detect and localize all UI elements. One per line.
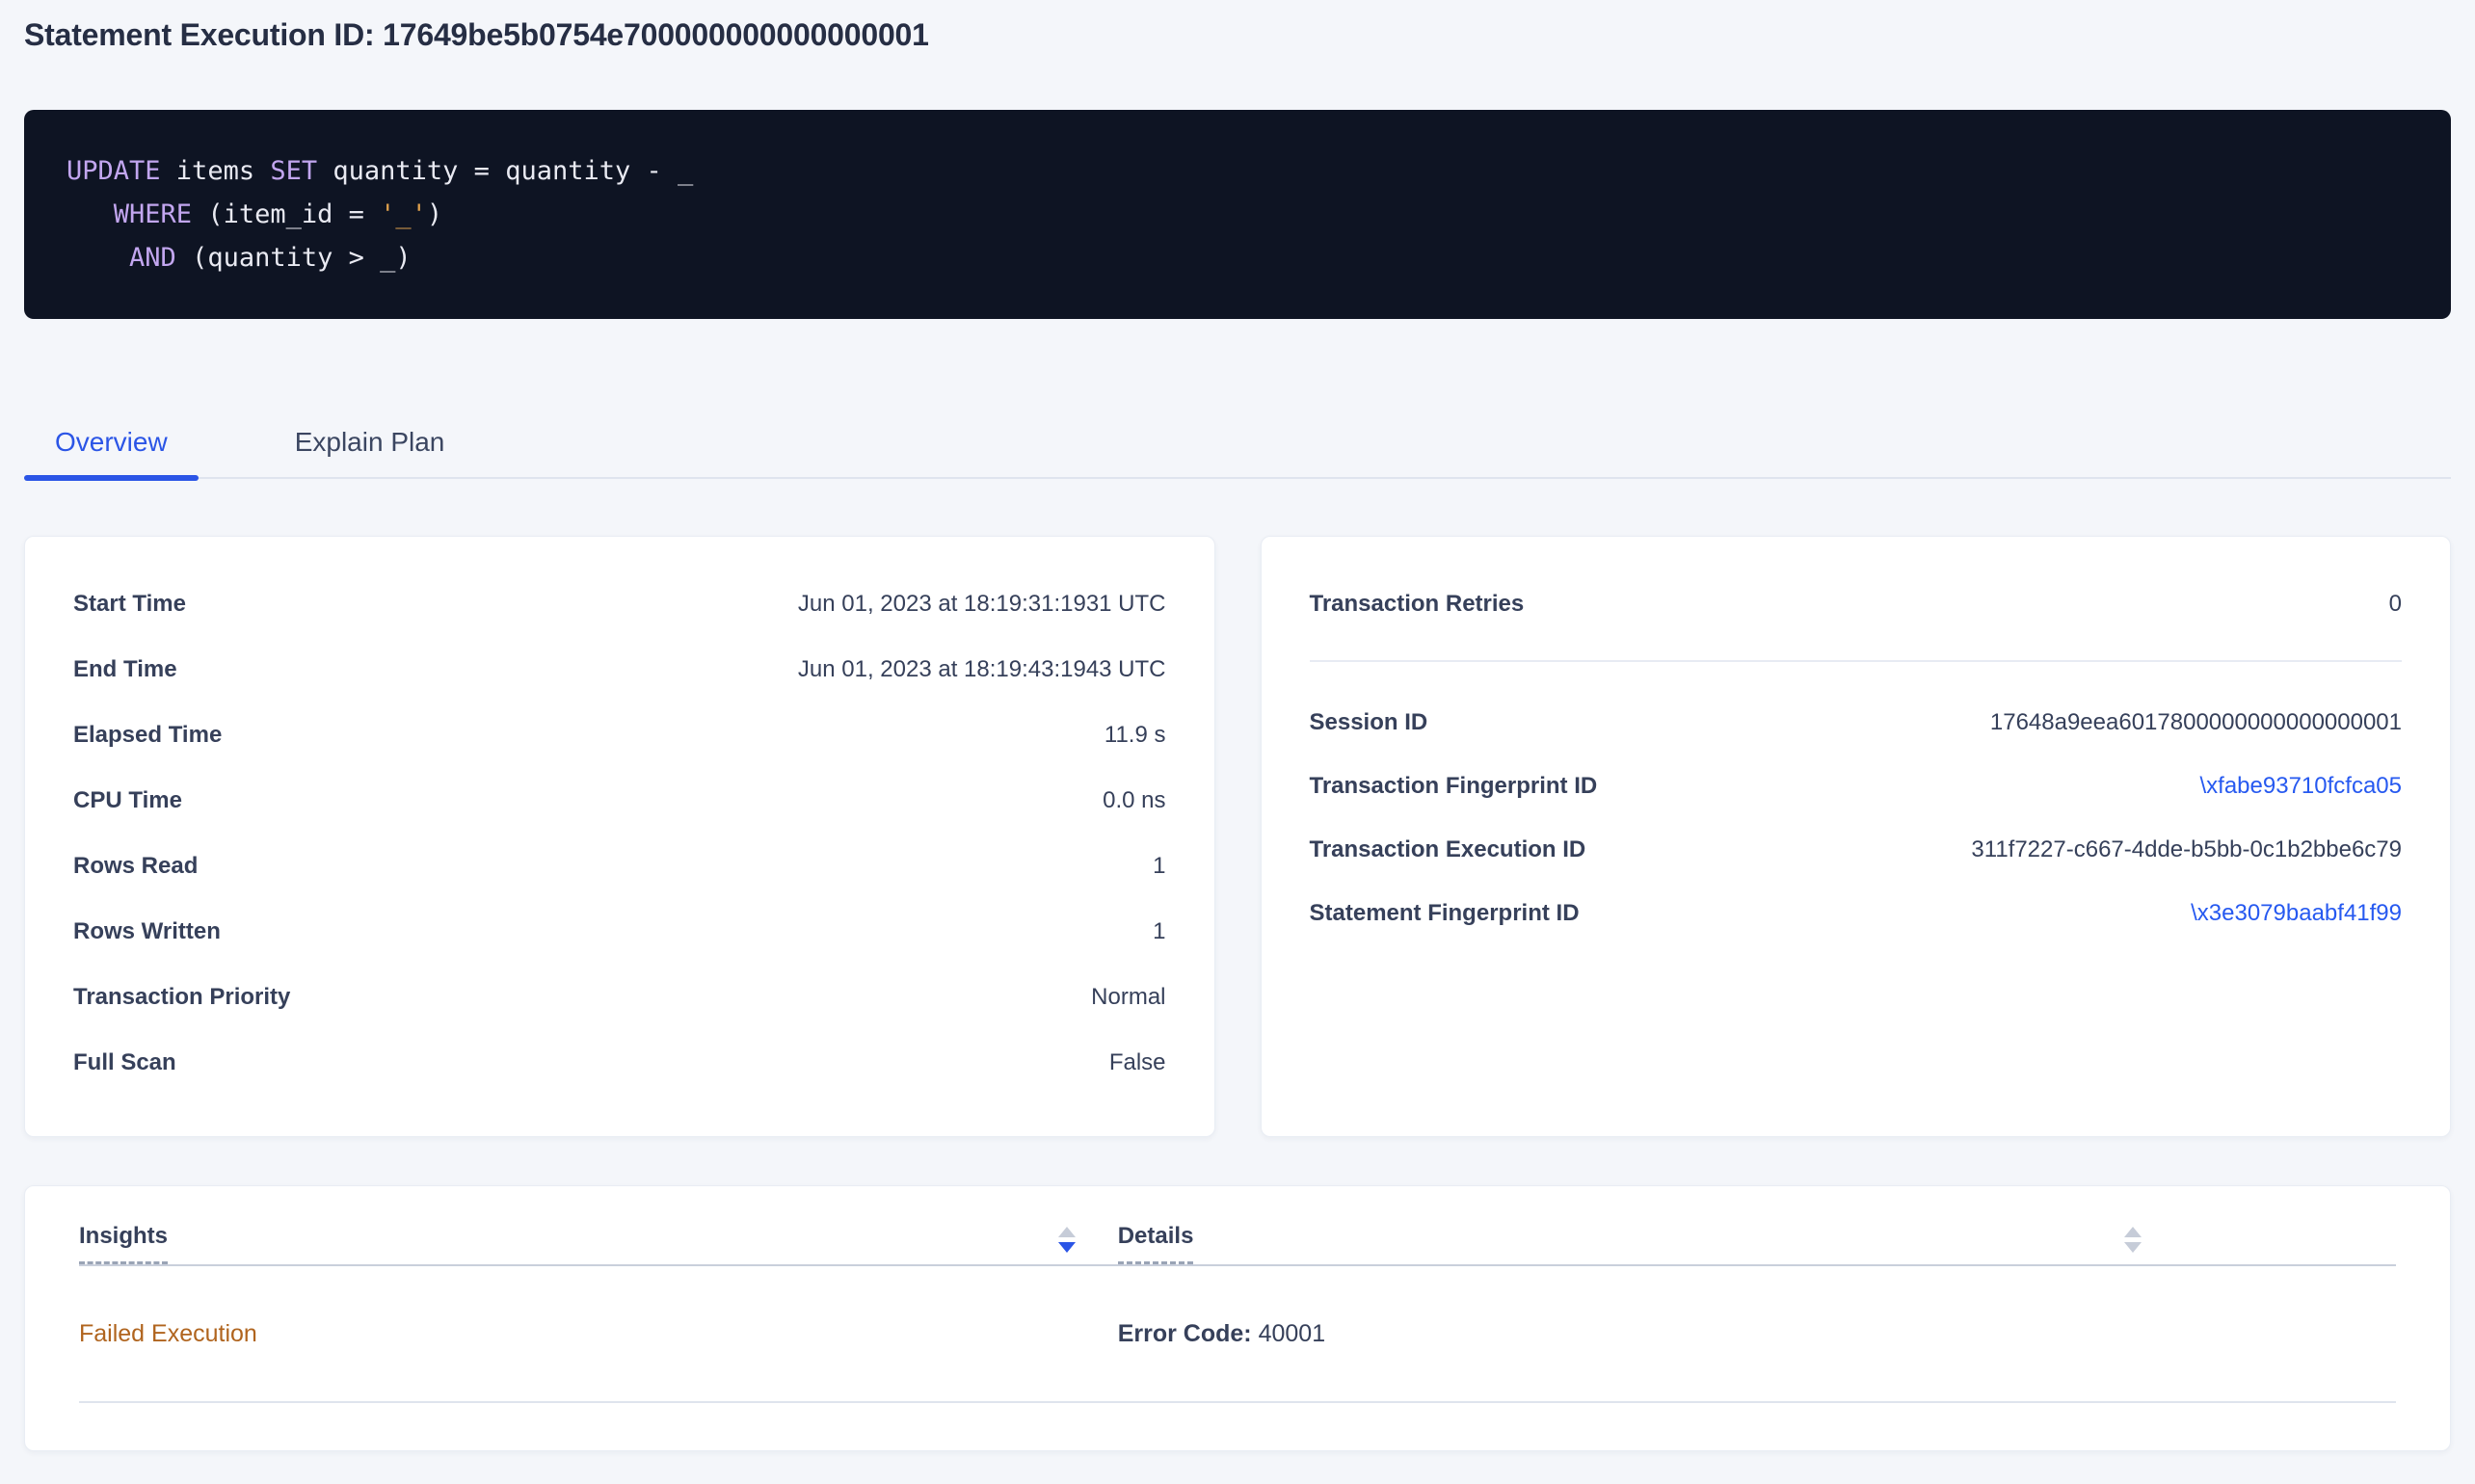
tab-overview-label: Overview xyxy=(55,427,168,457)
transaction-fingerprint-link[interactable]: \xfabe93710fcfca05 xyxy=(2200,773,2403,800)
kv-label: Transaction Fingerprint ID xyxy=(1310,773,1598,800)
tab-explain-plan[interactable]: Explain Plan xyxy=(264,415,476,477)
overview-card: Start Time Jun 01, 2023 at 18:19:31:1931… xyxy=(24,536,1215,1137)
kv-row-rows-read: Rows Read 1 xyxy=(73,834,1166,899)
page-title: Statement Execution ID: 17649be5b0754e70… xyxy=(24,13,2451,56)
insights-table-header: Insights Details xyxy=(79,1186,2396,1266)
sort-icon-insights[interactable] xyxy=(1058,1227,1076,1253)
transaction-card: Transaction Retries 0 Session ID 17648a9… xyxy=(1261,536,2452,1137)
kv-value: 311f7227-c667-4dde-b5bb-0c1b2bbe6c79 xyxy=(1971,836,2402,863)
sort-down-icon xyxy=(2124,1242,2142,1253)
kv-value: 17648a9eea6017800000000000000001 xyxy=(1990,709,2402,736)
kv-row-transaction-retries: Transaction Retries 0 xyxy=(1310,571,2403,637)
column-header-details: Details xyxy=(1076,1223,2142,1264)
kv-value: 11.9 s xyxy=(1104,722,1166,749)
kv-row-transaction-fingerprint-id: Transaction Fingerprint ID \xfabe93710fc… xyxy=(1310,755,2403,818)
tab-overview[interactable]: Overview xyxy=(24,415,199,477)
kv-row-elapsed-time: Elapsed Time 11.9 s xyxy=(73,702,1166,768)
kv-label: Start Time xyxy=(73,591,186,618)
kv-label: Statement Fingerprint ID xyxy=(1310,900,1580,927)
insight-cell: Failed Execution xyxy=(79,1320,1076,1348)
kv-row-full-scan: Full Scan False xyxy=(73,1030,1166,1096)
sort-up-icon xyxy=(2124,1227,2142,1237)
error-code-text: Error Code: 40001 xyxy=(1118,1320,1325,1348)
kv-value: 0 xyxy=(2389,591,2402,618)
kv-row-start-time: Start Time Jun 01, 2023 at 18:19:31:1931… xyxy=(73,571,1166,637)
kv-label: Transaction Priority xyxy=(73,984,290,1011)
table-row: Failed Execution Error Code: 40001 xyxy=(79,1266,2396,1403)
kv-value: False xyxy=(1109,1049,1166,1076)
kv-label: CPU Time xyxy=(73,787,182,814)
details-column-label: Details xyxy=(1118,1223,1194,1264)
kv-value: 1 xyxy=(1153,853,1165,880)
statement-fingerprint-link[interactable]: \x3e3079baabf41f99 xyxy=(2191,900,2402,927)
sort-up-icon xyxy=(1058,1227,1076,1237)
kv-label: Rows Written xyxy=(73,918,221,945)
insights-table-card: Insights Details Failed Execution Error … xyxy=(24,1185,2451,1451)
kv-label: Elapsed Time xyxy=(73,722,222,749)
sql-statement-box: UPDATE items SET quantity = quantity - _… xyxy=(24,110,2451,319)
sort-icon-details[interactable] xyxy=(2124,1227,2142,1253)
kv-row-transaction-priority: Transaction Priority Normal xyxy=(73,965,1166,1030)
tab-underline xyxy=(24,475,199,481)
tabs-bar: Overview Explain Plan xyxy=(24,415,2451,479)
kv-row-transaction-execution-id: Transaction Execution ID 311f7227-c667-4… xyxy=(1310,818,2403,882)
tab-explain-plan-label: Explain Plan xyxy=(295,427,445,457)
kv-row-statement-fingerprint-id: Statement Fingerprint ID \x3e3079baabf41… xyxy=(1310,882,2403,945)
kv-value: Jun 01, 2023 at 18:19:43:1943 UTC xyxy=(798,656,1166,683)
kv-value: Normal xyxy=(1091,984,1165,1011)
card-divider xyxy=(1310,660,2403,662)
error-code-label: Error Code: xyxy=(1118,1320,1252,1347)
kv-row-rows-written: Rows Written 1 xyxy=(73,899,1166,965)
error-code-value: 40001 xyxy=(1259,1320,1326,1347)
kv-label: Full Scan xyxy=(73,1049,176,1076)
kv-label: Session ID xyxy=(1310,709,1428,736)
kv-row-end-time: End Time Jun 01, 2023 at 18:19:43:1943 U… xyxy=(73,637,1166,702)
kv-label: Rows Read xyxy=(73,853,198,880)
sort-down-icon xyxy=(1058,1242,1076,1253)
kv-label: End Time xyxy=(73,656,177,683)
kv-value: 1 xyxy=(1153,918,1165,945)
kv-label: Transaction Retries xyxy=(1310,591,1525,618)
kv-label: Transaction Execution ID xyxy=(1310,836,1586,863)
kv-value: Jun 01, 2023 at 18:19:31:1931 UTC xyxy=(798,591,1166,618)
kv-row-cpu-time: CPU Time 0.0 ns xyxy=(73,768,1166,834)
details-cell: Error Code: 40001 xyxy=(1076,1320,2142,1348)
insights-column-label: Insights xyxy=(79,1223,168,1264)
failed-execution-text: Failed Execution xyxy=(79,1320,257,1348)
sql-statement: UPDATE items SET quantity = quantity - _… xyxy=(67,149,2408,279)
kv-value: 0.0 ns xyxy=(1103,787,1165,814)
kv-row-session-id: Session ID 17648a9eea6017800000000000000… xyxy=(1310,691,2403,755)
column-header-insights: Insights xyxy=(79,1223,1076,1264)
